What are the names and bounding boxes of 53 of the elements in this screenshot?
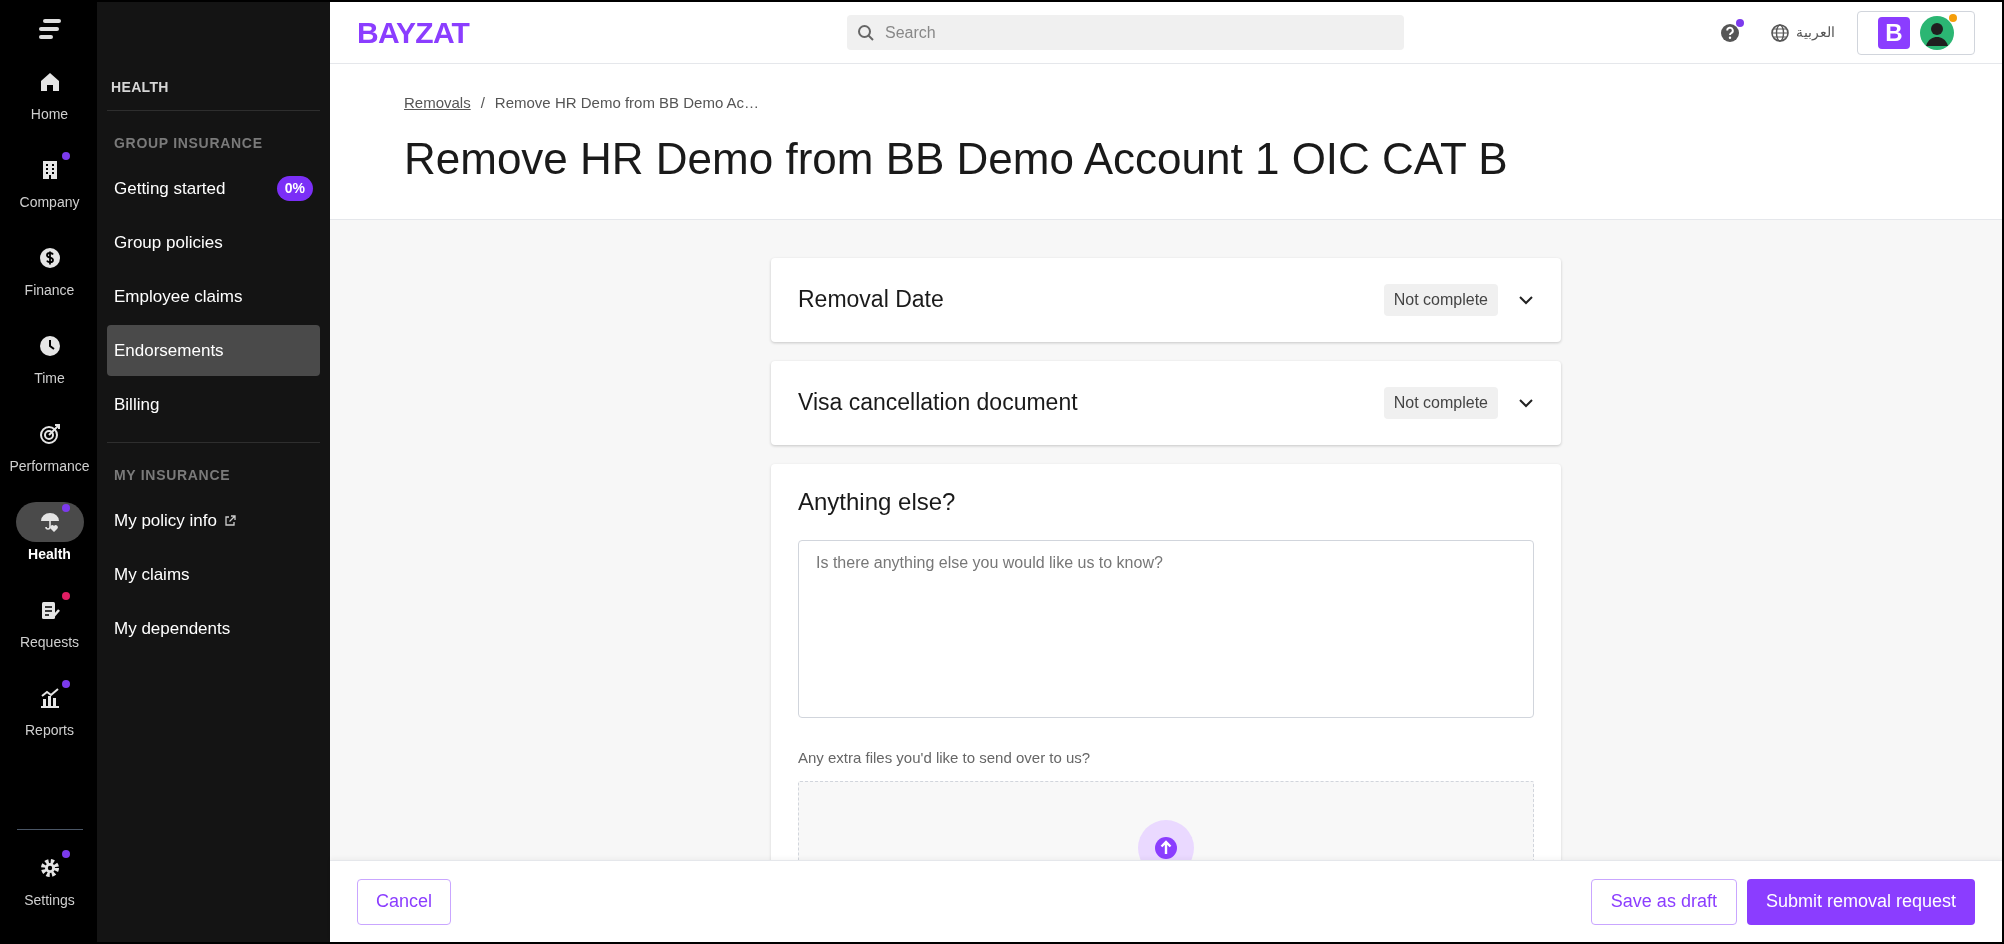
nav-label: Health [28,545,71,564]
language-link[interactable]: العربية [1796,22,1835,43]
cancel-button[interactable]: Cancel [357,878,452,925]
search-icon [857,24,875,42]
sidebar-item[interactable]: Getting started 0% [107,163,320,214]
accordion-section[interactable]: Visa cancellation document Not complete [771,360,1561,445]
menu-icon[interactable] [36,18,63,40]
logo: BAYZAT [357,15,471,51]
breadcrumb-link[interactable]: Removals [404,92,471,115]
breadcrumb-current: Remove HR Demo from BB Demo Ac… [494,93,760,113]
nav-item[interactable] [15,502,84,542]
sidebar-item[interactable]: Endorsements [107,325,320,376]
search-field[interactable]: Search [847,15,1404,50]
sidebar-item[interactable]: Group policies [107,217,320,268]
accordion-section[interactable]: Removal Date Not complete [771,257,1561,342]
avatar-icon [1920,15,1954,50]
chevron-down-icon [1518,294,1534,305]
section-heading: GROUP INSURANCE [113,134,264,153]
help-icon[interactable] [1720,22,1740,43]
nav-label: Company [19,193,80,212]
files-label: Any extra files you'd like to send over to us? [798,747,1092,768]
status-badge: Not complete [1383,386,1498,419]
sidebar-item[interactable]: My dependents [107,603,320,654]
section-title: Removal Date [798,285,945,315]
submit-button[interactable]: Submit removal request [1746,878,1975,925]
nav-label: Time [34,369,65,388]
page-title: Remove HR Demo from BB Demo Account 1 OIC CAT B [404,136,1509,181]
nav-label: Reports [25,721,74,740]
nav-label: Finance [24,281,75,300]
breadcrumb-separator: / [480,93,485,113]
profile-button[interactable]: B [1857,10,1975,55]
sidebar-item[interactable]: My claims [107,549,320,600]
company-logo: B [1878,16,1910,49]
dollar-icon [37,246,62,270]
sidebar-item[interactable]: Billing [107,379,320,430]
clock-icon [37,334,62,358]
globe-icon[interactable] [1770,22,1790,43]
chevron-down-icon [1518,397,1534,408]
sidebar-title: HEALTH [107,2,320,111]
section-heading: MY INSURANCE [113,466,232,485]
section-title: Anything else? [798,486,957,517]
nav-label: Settings [24,891,75,910]
progress-badge: 0% [276,176,313,201]
status-badge: Not complete [1383,283,1498,316]
nav-label: Home [30,105,69,124]
sidebar-item[interactable]: Employee claims [107,271,320,322]
message-field[interactable]: Is there anything else you would like us to know? [798,539,1534,718]
target-icon [37,422,62,446]
save-draft-button[interactable]: Save as draft [1590,878,1737,925]
nav-label: Performance [9,457,90,476]
sidebar-item[interactable]: My policy info [107,495,320,546]
section-title: Visa cancellation document [798,388,1079,418]
nav-label: Requests [19,633,80,652]
